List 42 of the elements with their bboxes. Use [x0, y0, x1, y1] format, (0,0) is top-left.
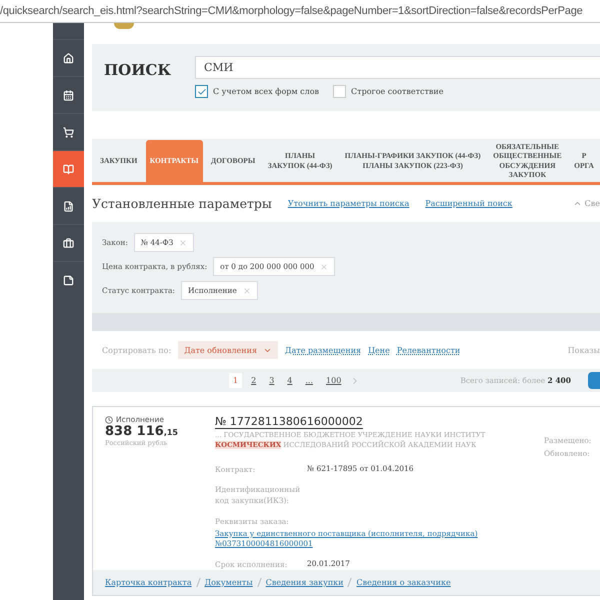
address-bar[interactable]: /quicksearch/search_eis.html?searchString=СМИ&morphology=false&pageNumber=1&sortDirection=false&recordsPerPage	[0, 0, 600, 24]
clock-icon	[105, 416, 113, 424]
footer-link[interactable]: Документы	[204, 578, 253, 587]
search-title: ПОИСК	[104, 60, 171, 82]
footer-link[interactable]: Сведения о заказчике	[356, 578, 451, 587]
price: 838 116,15	[105, 424, 179, 440]
checkbox-option[interactable]: С учетом всех форм слов	[195, 85, 320, 98]
page-link[interactable]: 3	[265, 373, 278, 388]
sort-link[interactable]: Цене	[368, 346, 390, 355]
page-link[interactable]: 2	[247, 373, 260, 388]
page-link[interactable]: 4	[283, 373, 296, 388]
page-link[interactable]: 100	[322, 373, 346, 388]
section-title: Установленные параметры	[92, 196, 272, 212]
link[interactable]: Уточнить параметры поиска	[288, 199, 410, 208]
sidebar-item[interactable]	[53, 150, 84, 188]
checkbox-label: Строгое соответствие	[351, 87, 444, 96]
calendar-icon	[63, 90, 74, 101]
footer-link[interactable]: Сведения закупки	[266, 578, 344, 587]
emblem-icon	[114, 23, 134, 30]
footer-link[interactable]: Карточка контракта	[105, 578, 192, 587]
cart-icon	[63, 126, 74, 138]
checkbox-label: С учетом всех форм слов	[213, 87, 320, 96]
checkbox-option[interactable]: Строгое соответствие	[333, 85, 444, 98]
book-icon	[63, 164, 74, 175]
briefcase-icon	[63, 238, 74, 249]
sort-label: Сортировать по:	[102, 346, 172, 355]
home-icon	[63, 52, 74, 64]
link[interactable]: Расширенный поиск	[425, 199, 512, 208]
contract-number[interactable]: № 1772811380616000002	[215, 415, 540, 428]
search-field[interactable]: СМИ	[195, 56, 600, 80]
checkbox[interactable]	[333, 85, 346, 98]
checkbox[interactable]	[195, 85, 208, 98]
sort-link[interactable]: Дате размещения	[285, 346, 362, 355]
show-label: Показы	[568, 346, 600, 355]
sort-dropdown[interactable]: Дате обновления	[178, 341, 278, 360]
page-link[interactable]: 1	[229, 373, 242, 388]
document-icon	[63, 274, 74, 286]
sort-link[interactable]: Релевантности	[396, 346, 460, 355]
report-icon	[63, 200, 74, 212]
download-button[interactable]	[588, 372, 600, 390]
check-icon	[196, 86, 206, 97]
page-link[interactable]: ...	[301, 373, 318, 388]
